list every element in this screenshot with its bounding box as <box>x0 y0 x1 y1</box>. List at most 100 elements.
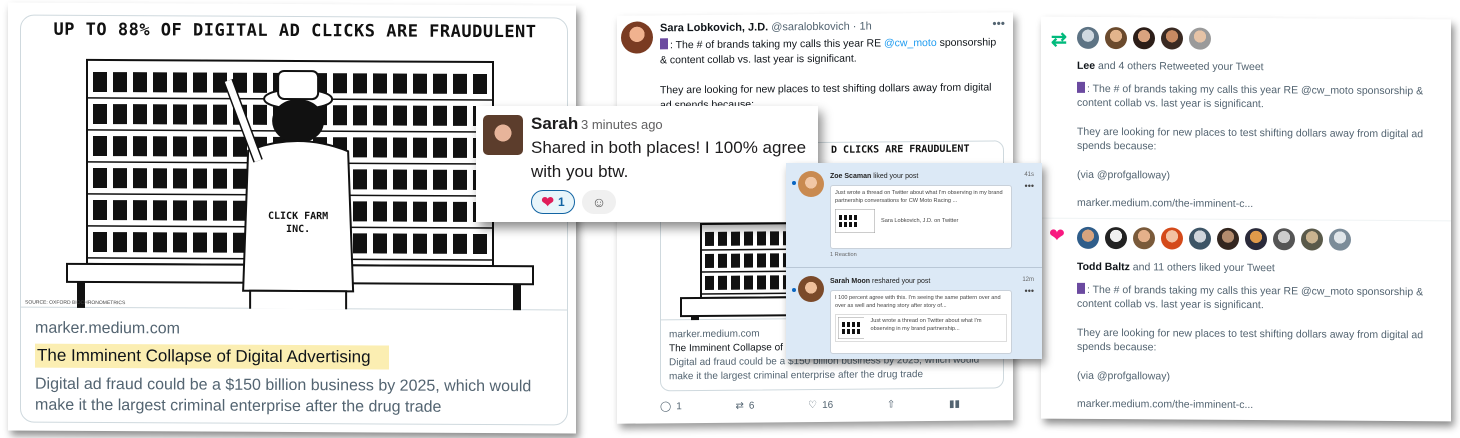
retweet-icon: ⇄ <box>1051 29 1067 51</box>
post-snippet: Just wrote a thread on Twitter about wha… <box>835 190 1003 204</box>
share-icon: ⇧ <box>886 399 896 411</box>
avatar[interactable] <box>1189 27 1211 50</box>
add-reaction-button[interactable]: ☺ <box>582 190 616 214</box>
divider <box>1041 217 1451 222</box>
avatar[interactable] <box>1105 27 1127 50</box>
analytics-button[interactable]: ▮▮ <box>949 399 960 410</box>
notification-time: 12m <box>1022 277 1034 283</box>
slack-message-screenshot: Sarah 3 minutes ago Shared in both place… <box>476 106 818 222</box>
tweet-link[interactable]: marker.medium.com/the-imminent-c... <box>1077 397 1447 414</box>
like-button[interactable]: ♡ 16 <box>808 400 833 411</box>
reply-icon: ◯ <box>660 401 672 413</box>
tweet-via: (via @profgalloway) <box>1077 168 1170 181</box>
avatar[interactable] <box>1105 227 1127 250</box>
analytics-icon: ▮▮ <box>948 398 960 410</box>
reaction-count: 1 <box>557 195 565 209</box>
retweet-button[interactable]: ⇄ 6 <box>735 401 754 412</box>
quoted-post-snippet: Just wrote a thread on Twitter about wha… <box>870 318 982 332</box>
avatar[interactable] <box>1217 227 1239 250</box>
tweet-actions: ◯ 1 ⇄ 6 ♡ 16 ⇧ ▮▮ <box>660 399 960 413</box>
tweet-body: : The # of brands taking my calls this y… <box>660 35 1005 113</box>
link-domain: marker.medium.com <box>35 319 180 338</box>
cartoon-credit: SOURCE: OXFORD BIOCHRONOMETRICS <box>25 299 126 307</box>
sender-name[interactable]: Sarah <box>531 114 578 134</box>
tweet-text: : The # of brands taking my calls this y… <box>1077 82 1424 111</box>
avatar[interactable] <box>1273 228 1295 251</box>
like-count: 16 <box>822 399 834 411</box>
shared-image-thumbnail <box>835 209 875 233</box>
tweet-author[interactable]: Sara Lobkovich, J.D. @saralobkovich · 1h <box>660 21 872 35</box>
notification-item[interactable]: Sarah Moon reshared your post 12m ••• I … <box>786 268 1042 359</box>
notification-summary: and 11 others liked your Tweet <box>1129 261 1275 275</box>
avatar[interactable] <box>483 115 523 155</box>
svg-text:INC.: INC. <box>286 224 310 235</box>
mention-link[interactable]: @cw_moto <box>884 37 937 49</box>
notification-action: reshared your post <box>872 278 931 285</box>
reply-button[interactable]: ◯ 1 <box>660 401 682 412</box>
share-button[interactable]: ⇧ <box>887 399 895 410</box>
author-name: Sara Lobkovich, J.D. <box>660 21 769 35</box>
retweet-notification[interactable]: Lee and 4 others Retweeted your Tweet : … <box>1077 59 1447 213</box>
heart-icon: ❤ <box>1049 225 1065 247</box>
actor-name: Sarah Moon <box>830 278 871 285</box>
avatar[interactable] <box>798 276 824 302</box>
more-icon[interactable]: ••• <box>992 16 1005 30</box>
bookmark-emoji-icon <box>660 38 668 50</box>
liker-avatars <box>1077 226 1351 251</box>
unread-dot <box>792 288 796 292</box>
linkedin-notifications-screenshot: Zoe Scaman liked your post 41s ••• Just … <box>786 163 1042 359</box>
more-icon[interactable]: ••• <box>1025 181 1034 191</box>
notification-title: Sarah Moon reshared your post <box>830 278 930 285</box>
author-handle: @saralobkovich · 1h <box>771 20 872 34</box>
tweet-text: : The # of brands taking my calls this y… <box>670 37 884 52</box>
notification-summary: and 4 others Retweeted your Tweet <box>1095 59 1264 74</box>
post-preview[interactable]: I 100 percent agree with this. I'm seein… <box>830 290 1012 354</box>
twitter-notifications-screenshot: ⇄ Lee and 4 others Retweeted your Tweet … <box>1041 16 1451 422</box>
avatar[interactable] <box>1329 228 1351 251</box>
link-title[interactable]: The Imminent Collapse of Digital Adverti… <box>35 343 389 370</box>
avatar[interactable] <box>621 21 653 54</box>
notification-item[interactable]: Zoe Scaman liked your post 41s ••• Just … <box>786 163 1042 267</box>
avatar[interactable] <box>1133 227 1155 250</box>
shared-image-thumbnail <box>838 317 865 339</box>
tweet-card-headline: D CLICKS ARE FRAUDULENT <box>831 143 970 156</box>
avatar[interactable] <box>1245 227 1267 251</box>
reactions-count[interactable]: 1 Reaction <box>830 252 857 258</box>
tweet-link[interactable]: marker.medium.com/the-imminent-c... <box>1077 196 1447 213</box>
avatar[interactable] <box>1161 27 1183 50</box>
heart-reaction-button[interactable]: ❤ 1 <box>531 190 575 214</box>
avatar[interactable] <box>1189 227 1211 250</box>
tweet-text-line2: They are looking for new places to test … <box>1077 326 1424 354</box>
like-notification[interactable]: Todd Baltz and 11 others liked your Twee… <box>1077 260 1447 414</box>
actor-name: Zoe Scaman <box>830 173 872 180</box>
add-emoji-icon: ☺ <box>591 194 607 210</box>
bookmark-emoji-icon <box>1077 282 1085 294</box>
message-text: Shared in both places! I 100% agree with… <box>531 138 807 181</box>
collage: UP TO 88% OF DIGITAL AD CLICKS ARE FRAUD… <box>0 0 1460 438</box>
notification-time: 41s <box>1024 172 1034 178</box>
retweeter-avatars <box>1077 26 1211 50</box>
retweet-icon: ⇄ <box>735 400 744 412</box>
avatar[interactable] <box>1077 226 1099 249</box>
avatar[interactable] <box>1077 26 1099 49</box>
tweet-text-line2: They are looking for new places to test … <box>1077 125 1424 153</box>
message-timestamp[interactable]: 3 minutes ago <box>581 117 663 132</box>
avatar[interactable] <box>1133 27 1155 50</box>
more-icon[interactable]: ••• <box>1025 286 1034 296</box>
heart-outline-icon: ♡ <box>808 399 818 412</box>
avatar[interactable] <box>798 171 824 197</box>
post-preview[interactable]: Just wrote a thread on Twitter about wha… <box>830 185 1012 249</box>
reply-count: 1 <box>676 401 682 413</box>
shared-source-label: Sara Lobkovich, J.D. on Twitter <box>881 218 959 224</box>
link-description: Digital ad fraud could be a $150 billion… <box>35 375 532 416</box>
avatar[interactable] <box>1161 227 1183 250</box>
notification-action: liked your post <box>873 173 919 180</box>
bookmark-emoji-icon <box>1077 81 1085 93</box>
notification-title: Zoe Scaman liked your post <box>830 173 918 180</box>
avatar[interactable] <box>1301 228 1323 251</box>
retweet-count: 6 <box>748 400 755 412</box>
post-snippet: I 100 percent agree with this. I'm seein… <box>835 295 1001 309</box>
heart-icon: ❤ <box>541 194 554 211</box>
actor-name[interactable]: Todd Baltz <box>1077 261 1130 273</box>
actor-name[interactable]: Lee <box>1077 60 1095 72</box>
